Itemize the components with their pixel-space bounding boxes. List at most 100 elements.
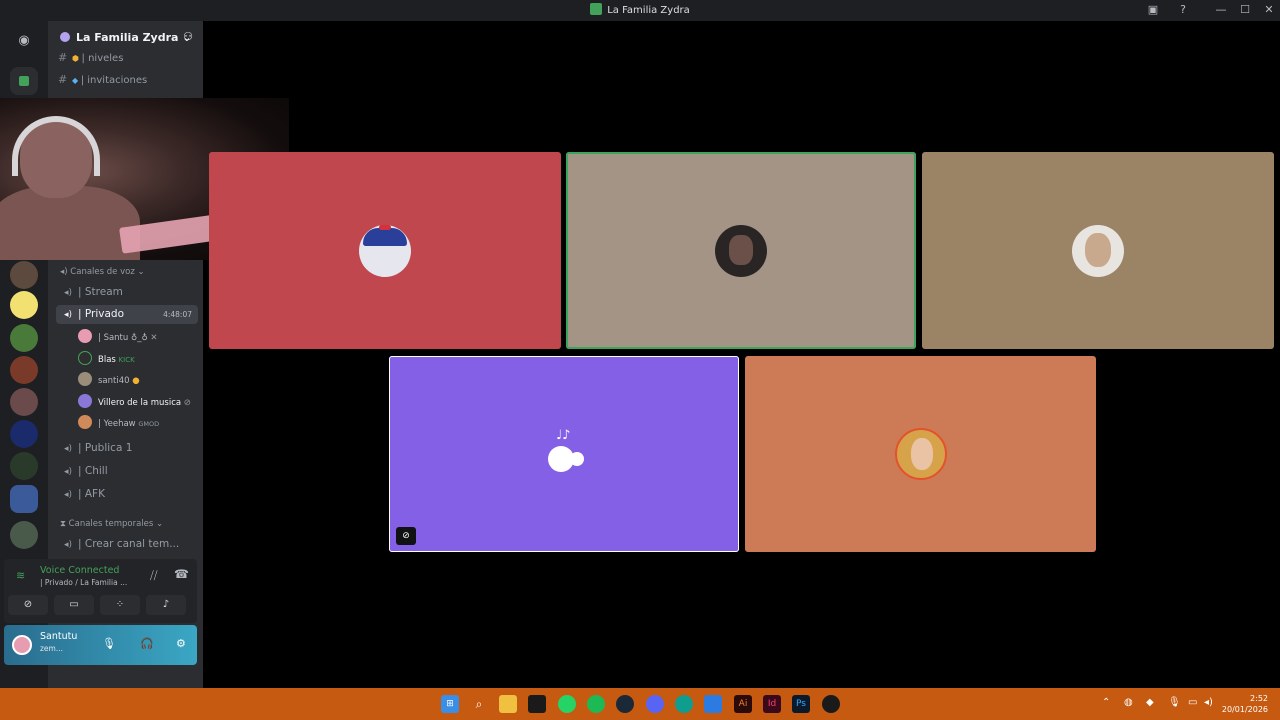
- speaker-icon: ◂): [64, 444, 73, 454]
- hash-icon: #: [58, 73, 68, 86]
- emoji-icon: ●: [132, 376, 140, 386]
- server-icon[interactable]: [10, 521, 38, 549]
- server-folder-icon[interactable]: [10, 485, 38, 513]
- voice-user[interactable]: Villero de la musica ⊘: [78, 394, 191, 412]
- man-tile[interactable]: [922, 152, 1274, 349]
- settings-gear-icon[interactable]: ⚙: [176, 637, 186, 650]
- discord-home-icon[interactable]: ◉: [10, 27, 38, 55]
- activities-button[interactable]: ⁘: [100, 595, 140, 615]
- illustrator-icon[interactable]: Ai: [734, 695, 752, 713]
- server-icon[interactable]: [10, 388, 38, 416]
- warrior-tile[interactable]: [566, 152, 916, 349]
- indesign-icon[interactable]: Id: [763, 695, 781, 713]
- app-icon[interactable]: [704, 695, 722, 713]
- voice-channel-stream[interactable]: ◂) | Stream: [56, 283, 198, 302]
- tray-app-icon[interactable]: ◍: [1124, 697, 1133, 708]
- speaker-icon: ◂): [64, 288, 73, 298]
- voice-user[interactable]: santi40 ●: [78, 372, 140, 390]
- video-off-icon: ⊘: [183, 398, 191, 408]
- voice-connected-panel: ≋ Voice Connected | Privado / La Familia…: [4, 559, 197, 623]
- tray-app-icon[interactable]: ◆: [1146, 697, 1154, 708]
- close-button[interactable]: ✕: [1260, 2, 1278, 18]
- search-icon[interactable]: ⌕: [470, 695, 488, 713]
- window-titlebar: La Familia Zydra ▣ ? — ☐ ✕: [0, 0, 1280, 21]
- server-header[interactable]: La Familia Zydra ⌄ ⚇: [48, 21, 203, 53]
- voice-user[interactable]: | Santu ♁_♁ ✕: [78, 329, 158, 347]
- inbox-icon[interactable]: ▣: [1144, 2, 1162, 18]
- obs-icon[interactable]: [822, 695, 840, 713]
- activities-icon: ⁘: [115, 599, 125, 610]
- call-timer: 4:48:07: [163, 310, 192, 319]
- server-icon[interactable]: [10, 261, 38, 289]
- steam-icon[interactable]: [616, 695, 634, 713]
- server-icon[interactable]: [10, 356, 38, 384]
- screen-share-button[interactable]: ▭: [54, 595, 94, 615]
- bot-tile[interactable]: ♩♪ ⊘: [389, 356, 739, 552]
- disconnect-icon[interactable]: ☎: [174, 567, 189, 581]
- server-icon[interactable]: [10, 420, 38, 448]
- camera-button[interactable]: ⊘: [8, 595, 48, 615]
- music-note-icon: ♩♪: [556, 428, 571, 443]
- server-active-icon[interactable]: [10, 67, 38, 95]
- username[interactable]: Santutu: [40, 631, 77, 642]
- voice-channel-publica[interactable]: ◂) | Publica 1: [56, 439, 198, 458]
- network-icon[interactable]: ▭: [1188, 697, 1197, 708]
- avatar: ♩♪: [538, 428, 590, 480]
- voice-status[interactable]: Voice Connected: [40, 565, 119, 576]
- taskbar: ⊞ ⌕ Ai Id Ps ⌃ ◍ ◆ 🎙 ▭ ◂) 2:52 20/01/202…: [0, 688, 1280, 720]
- windows-start-icon[interactable]: ⊞: [441, 695, 459, 713]
- gear-icon: [570, 452, 584, 466]
- mic-tray-icon[interactable]: 🎙: [1168, 697, 1181, 708]
- hash-icon: #: [58, 51, 68, 64]
- minimize-button[interactable]: —: [1212, 2, 1230, 18]
- server-icon[interactable]: [10, 324, 38, 352]
- speaker-icon: ◂): [64, 490, 73, 500]
- user-panel: Santutu zem... 🎙 🎧 ⚙: [4, 625, 197, 665]
- spotify-icon[interactable]: [587, 695, 605, 713]
- edge-icon[interactable]: [675, 695, 693, 713]
- epic-games-icon[interactable]: [528, 695, 546, 713]
- voice-channel-chill[interactable]: ◂) | Chill: [56, 462, 198, 481]
- avatar[interactable]: [12, 635, 32, 655]
- tray-expand-icon[interactable]: ⌃: [1102, 697, 1110, 708]
- avatar: [78, 329, 92, 343]
- file-explorer-icon[interactable]: [499, 695, 517, 713]
- channel-invitaciones[interactable]: # ◆ | invitaciones: [58, 73, 147, 86]
- voice-location[interactable]: | Privado / La Familia ...: [40, 578, 127, 587]
- clock-date: 20/01/2026: [1221, 705, 1268, 714]
- discord-icon[interactable]: [646, 695, 664, 713]
- avatar: [359, 224, 411, 277]
- headphones-icon[interactable]: 🎧: [140, 637, 154, 650]
- voice-user[interactable]: Blas KICK: [78, 351, 135, 369]
- mic-icon[interactable]: 🎙: [102, 637, 116, 650]
- whatsapp-icon[interactable]: [558, 695, 576, 713]
- server-icon[interactable]: [10, 452, 38, 480]
- volume-icon[interactable]: ◂): [1204, 697, 1213, 708]
- soundboard-button[interactable]: ♪: [146, 595, 186, 615]
- photoshop-icon[interactable]: Ps: [792, 695, 810, 713]
- avatar: [78, 394, 92, 408]
- video-off-icon[interactable]: ⊘: [396, 527, 416, 545]
- avatar: [78, 351, 92, 365]
- voice-channel-afk[interactable]: ◂) | AFK: [56, 485, 198, 504]
- speaker-icon: ◂): [64, 540, 73, 550]
- speaker-icon: ◂): [64, 467, 73, 477]
- add-member-icon[interactable]: ⚇: [183, 30, 193, 43]
- noise-suppression-icon[interactable]: ⧸⧸: [150, 569, 157, 583]
- blonde-tile[interactable]: [745, 356, 1096, 552]
- voice-channel-crear[interactable]: ◂) | Crear canal tem...: [56, 535, 198, 554]
- window-title: La Familia Zydra: [0, 3, 1280, 16]
- avatar: [715, 224, 767, 277]
- help-icon[interactable]: ?: [1174, 2, 1192, 18]
- system-clock[interactable]: 2:52 20/01/2026: [1222, 693, 1268, 715]
- clock-time: 2:52: [1250, 694, 1268, 703]
- stan-tile[interactable]: [209, 152, 561, 349]
- voice-user[interactable]: | Yeehaw GMOD: [78, 415, 159, 433]
- soundboard-icon: ♪: [162, 599, 170, 610]
- server-icon[interactable]: [10, 291, 38, 319]
- channel-niveles[interactable]: # ⬢ | niveles: [58, 51, 123, 64]
- category-temp[interactable]: ⧗ Canales temporales ⌄: [60, 519, 163, 529]
- voice-channel-privado[interactable]: ◂) | Privado 4:48:07: [56, 305, 198, 324]
- category-voice[interactable]: ◂) Canales de voz ⌄: [60, 267, 145, 277]
- maximize-button[interactable]: ☐: [1236, 2, 1254, 18]
